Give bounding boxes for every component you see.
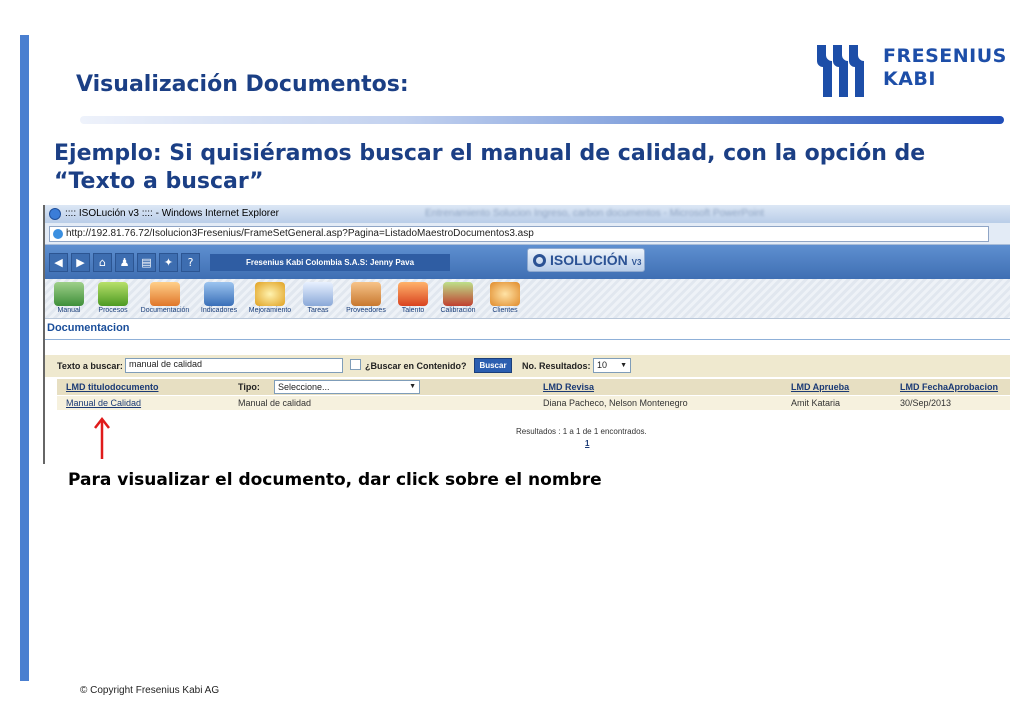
- results-count-value: 10: [597, 360, 608, 370]
- logo-text: FRESENIUS KABI: [883, 45, 1007, 91]
- module-documentacion[interactable]: Documentación: [137, 279, 193, 319]
- module-label: Mejoramiento: [248, 307, 292, 314]
- red-arrow-icon: [94, 416, 110, 459]
- home-icon[interactable]: ⌂: [93, 253, 112, 272]
- document-title-link[interactable]: Manual de Calidad: [66, 398, 141, 408]
- module-calibracion[interactable]: Calibración: [435, 279, 481, 319]
- module-toolbar: Manual Procesos Documentación Indicadore…: [45, 279, 1010, 319]
- user-icon[interactable]: ♟: [115, 253, 134, 272]
- forward-icon[interactable]: ▶: [71, 253, 90, 272]
- tasks-icon: [303, 282, 333, 306]
- clients-icon: [490, 282, 520, 306]
- folder-icon: [150, 282, 180, 306]
- col-titulo-header[interactable]: LMD titulodocumento: [66, 382, 158, 392]
- module-mejoramiento[interactable]: Mejoramiento: [245, 279, 295, 319]
- instruction-caption: Para visualizar el documento, dar click …: [68, 470, 602, 490]
- col-tipo-header: Tipo:: [238, 382, 260, 392]
- isolucion-logo-text: ISOLUCIÓN: [550, 252, 628, 268]
- taskbar-blur-text: Entrenamiento Solucion Ingreso, carbon d…: [425, 208, 765, 219]
- chevron-down-icon: ▼: [620, 362, 627, 369]
- url-field[interactable]: http://192.81.76.72/Isolucion3Fresenius/…: [49, 226, 989, 242]
- back-icon[interactable]: ◀: [49, 253, 68, 272]
- table-header: LMD titulodocumento Tipo: Seleccione... …: [57, 379, 1010, 395]
- module-clientes[interactable]: Clientes: [485, 279, 525, 319]
- isolucion-mark-icon: [533, 254, 546, 267]
- results-count-select[interactable]: 10 ▼: [593, 358, 631, 373]
- content-search-checkbox[interactable]: [350, 359, 361, 370]
- search-label: Texto a buscar:: [57, 361, 123, 371]
- slide-subtitle: Ejemplo: Si quisiéramos buscar el manual…: [54, 141, 926, 194]
- company-banner: Fresenius Kabi Colombia S.A.S: Jenny Pav…: [210, 254, 450, 271]
- box-icon: [351, 282, 381, 306]
- results-count-label: No. Resultados:: [522, 361, 591, 371]
- ie-title-bar: :::: ISOLución v3 :::: - Windows Interne…: [45, 205, 1010, 223]
- search-input[interactable]: manual de calidad: [125, 358, 343, 373]
- isolucion-logo: ISOLUCIÓN V3: [527, 248, 645, 272]
- slide-title: Visualización Documentos:: [76, 72, 409, 97]
- chevron-down-icon: ▼: [409, 383, 416, 390]
- document-type: Manual de calidad: [238, 398, 312, 408]
- col-aprueba-header[interactable]: LMD Aprueba: [791, 382, 849, 392]
- cubes-icon: [98, 282, 128, 306]
- document-reviewers: Diana Pacheco, Nelson Montenegro: [543, 398, 688, 408]
- module-label: Manual: [57, 307, 81, 314]
- module-proveedores[interactable]: Proveedores: [341, 279, 391, 319]
- title-gradient-rule: [80, 116, 1004, 124]
- help-icon[interactable]: ?: [181, 253, 200, 272]
- copyright-footer: © Copyright Fresenius Kabi AG: [80, 685, 220, 696]
- document-approval-date: 30/Sep/2013: [900, 398, 952, 408]
- book-icon: [54, 282, 84, 306]
- buscar-button[interactable]: Buscar: [474, 358, 512, 373]
- tipo-select[interactable]: Seleccione... ▼: [274, 380, 420, 394]
- graduation-icon: [398, 282, 428, 306]
- module-manual[interactable]: Manual: [49, 279, 89, 319]
- search-row: Texto a buscar: manual de calidad ¿Busca…: [45, 355, 1010, 377]
- settings-icon[interactable]: ✦: [159, 253, 178, 272]
- calibration-icon: [443, 282, 473, 306]
- module-procesos[interactable]: Procesos: [93, 279, 133, 319]
- url-text: http://192.81.76.72/Isolucion3Fresenius/…: [66, 228, 534, 239]
- browser-screenshot: :::: ISOLución v3 :::: - Windows Interne…: [43, 205, 1010, 464]
- isolucion-version: V3: [631, 258, 642, 267]
- module-indicadores[interactable]: Indicadores: [197, 279, 241, 319]
- left-accent-bar: [20, 35, 29, 681]
- document-approver: Amit Kataria: [791, 398, 841, 408]
- page-icon: [53, 229, 63, 239]
- section-title: Documentacion: [47, 322, 130, 334]
- table-row: Manual de Calidad Manual de calidad Dian…: [57, 396, 1010, 410]
- chart-icon: [204, 282, 234, 306]
- module-label: Indicadores: [200, 307, 238, 314]
- page-link[interactable]: 1: [585, 439, 589, 448]
- address-bar: http://192.81.76.72/Isolucion3Fresenius/…: [45, 223, 1010, 245]
- module-label: Clientes: [492, 307, 518, 314]
- module-label: Calibración: [440, 307, 476, 314]
- logo-line-2: KABI: [883, 68, 936, 90]
- print-icon[interactable]: ▤: [137, 253, 156, 272]
- module-label: Talento: [401, 307, 425, 314]
- col-fecha-header[interactable]: LMD FechaAprobacion: [900, 382, 998, 392]
- module-talento[interactable]: Talento: [395, 279, 431, 319]
- module-label: Documentación: [140, 307, 190, 314]
- fresenius-kabi-logo: FRESENIUS KABI: [815, 45, 1007, 97]
- compass-icon: [255, 282, 285, 306]
- results-summary: Resultados : 1 a 1 de 1 encontrados.: [516, 427, 647, 436]
- ie-icon: [49, 208, 61, 220]
- module-label: Procesos: [98, 307, 128, 314]
- section-divider: [45, 339, 1010, 340]
- app-nav-bar: ◀ ▶ ⌂ ♟ ▤ ✦ ? Fresenius Kabi Colombia S.…: [45, 245, 1010, 279]
- fresenius-logo-icon: [817, 45, 864, 97]
- module-label: Tareas: [307, 307, 329, 314]
- module-label: Proveedores: [346, 307, 386, 314]
- module-tareas[interactable]: Tareas: [299, 279, 337, 319]
- content-search-label: ¿Buscar en Contenido?: [365, 361, 467, 371]
- window-title: :::: ISOLución v3 :::: - Windows Interne…: [65, 208, 279, 219]
- col-revisa-header[interactable]: LMD Revisa: [543, 382, 594, 392]
- tipo-select-value: Seleccione...: [278, 382, 330, 392]
- logo-line-1: FRESENIUS: [883, 45, 1007, 67]
